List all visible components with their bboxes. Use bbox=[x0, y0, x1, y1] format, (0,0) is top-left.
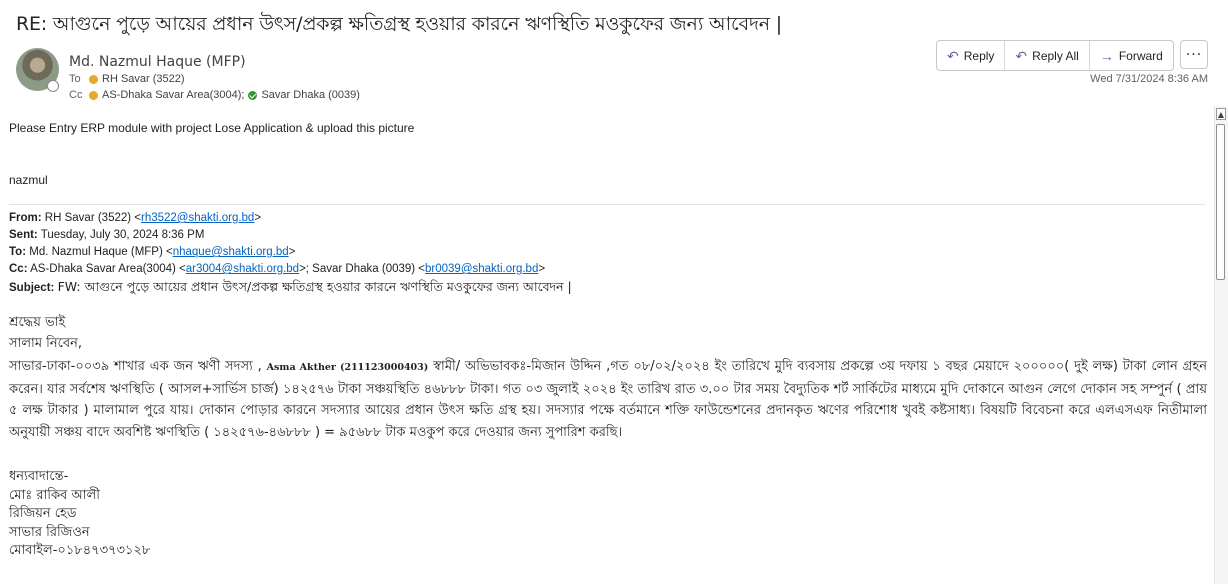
cc-recipient[interactable]: Savar Dhaka (0039) bbox=[261, 89, 359, 101]
to-recipient[interactable]: RH Savar (3522) bbox=[102, 73, 185, 85]
cc-recipient[interactable]: AS-Dhaka Savar Area(3004); bbox=[102, 89, 244, 101]
reply-all-label: Reply All bbox=[1032, 48, 1079, 63]
para-part-a: সাভার-ঢাকা-০০৩৯ শাখার এক জন ঋণী সদস্য , bbox=[9, 359, 267, 374]
forward-button[interactable]: → Forward bbox=[1090, 41, 1173, 70]
forward-icon: → bbox=[1099, 47, 1114, 64]
fwd-cc-email1[interactable]: ar3004@shakti.org.bd bbox=[186, 263, 299, 275]
fwd-subject-label: Subject: bbox=[9, 282, 55, 294]
fwd-from-close: > bbox=[254, 212, 262, 224]
message-paragraph: সাভার-ঢাকা-০০৩৯ শাখার এক জন ঋণী সদস্য , … bbox=[9, 356, 1207, 443]
to-row: To RH Savar (3522) bbox=[69, 73, 185, 85]
fwd-to-close: > bbox=[288, 246, 296, 258]
presence-available-icon bbox=[248, 90, 258, 100]
reply-icon: ↶ bbox=[947, 47, 959, 64]
reply-all-button[interactable]: ↶ Reply All bbox=[1005, 41, 1090, 70]
cc-row: Cc AS-Dhaka Savar Area(3004); Savar Dhak… bbox=[69, 89, 360, 101]
email-subject: RE: আগুনে পুড়ে আয়ের প্রধান উৎস/প্রকল্প… bbox=[16, 13, 782, 35]
more-actions-button[interactable]: ··· bbox=[1180, 40, 1208, 69]
body-signoff: nazmul bbox=[9, 173, 48, 187]
closing-line: ধন্যবাদান্তে- bbox=[9, 469, 69, 484]
fwd-from-label: From: bbox=[9, 212, 42, 224]
sender-name[interactable]: Md. Nazmul Haque (MFP) bbox=[69, 54, 246, 70]
fwd-from-email[interactable]: rh3522@shakti.org.bd bbox=[141, 212, 254, 224]
scrollbar-thumb[interactable] bbox=[1216, 124, 1225, 280]
fwd-sent-line: Sent: Tuesday, July 30, 2024 8:36 PM bbox=[9, 227, 572, 244]
fwd-to-line: To: Md. Nazmul Haque (MFP) <nhaque@shakt… bbox=[9, 244, 572, 261]
presence-status-icon bbox=[47, 80, 59, 92]
fwd-from-line: From: RH Savar (3522) <rh3522@shakti.org… bbox=[9, 210, 572, 227]
fwd-cc-close: > bbox=[538, 263, 546, 275]
closing-line: মোবাইল-০১৮৪৭৩৭৩১২৮ bbox=[9, 543, 151, 558]
body-intro: Please Entry ERP module with project Los… bbox=[9, 121, 415, 135]
presence-away-icon bbox=[89, 90, 98, 100]
fwd-subject-line: Subject: FW: আগুনে পুড়ে আয়ের প্রধান উৎ… bbox=[9, 278, 572, 297]
forward-label: Forward bbox=[1118, 48, 1163, 63]
fwd-cc-line: Cc: AS-Dhaka Savar Area(3004) <ar3004@sh… bbox=[9, 261, 572, 278]
fwd-cc-label: Cc: bbox=[9, 263, 28, 275]
divider bbox=[9, 204, 1205, 205]
to-label: To bbox=[69, 73, 81, 85]
fwd-cc-name2: >; Savar Dhaka (0039) < bbox=[299, 263, 426, 275]
member-name: Asma Akther (211123000403) bbox=[266, 362, 429, 373]
fwd-subject-value: FW: আগুনে পুড়ে আয়ের প্রধান উৎস/প্রকল্প… bbox=[57, 279, 572, 294]
scroll-up-arrow-icon[interactable]: ▲ bbox=[1216, 108, 1226, 120]
salam: সালাম নিবেন, bbox=[9, 336, 82, 351]
fwd-cc-email2[interactable]: br0039@shakti.org.bd bbox=[425, 263, 538, 275]
cc-label: Cc bbox=[69, 89, 83, 101]
received-date: Wed 7/31/2024 8:36 AM bbox=[1090, 73, 1208, 85]
reply-all-icon: ↶ bbox=[1015, 47, 1028, 64]
reply-label: Reply bbox=[963, 48, 995, 63]
fwd-sent-value: Tuesday, July 30, 2024 8:36 PM bbox=[40, 229, 205, 241]
message-actions: ↶ Reply ↶ Reply All → Forward bbox=[936, 40, 1174, 71]
greeting: শ্রদ্ধেয় ভাই bbox=[9, 315, 66, 330]
presence-away-icon bbox=[89, 74, 98, 84]
reply-button[interactable]: ↶ Reply bbox=[937, 41, 1006, 70]
fwd-from-name: RH Savar (3522) < bbox=[44, 212, 141, 224]
forwarded-header: From: RH Savar (3522) <rh3522@shakti.org… bbox=[9, 210, 572, 297]
fwd-cc-name1: AS-Dhaka Savar Area(3004) < bbox=[30, 263, 186, 275]
fwd-to-label: To: bbox=[9, 246, 27, 258]
fwd-sent-label: Sent: bbox=[9, 229, 38, 241]
fwd-to-email[interactable]: nhaque@shakti.org.bd bbox=[173, 246, 289, 258]
fwd-to-name: Md. Nazmul Haque (MFP) < bbox=[29, 246, 173, 258]
closing-line: রিজিয়ন হেড bbox=[9, 506, 77, 521]
